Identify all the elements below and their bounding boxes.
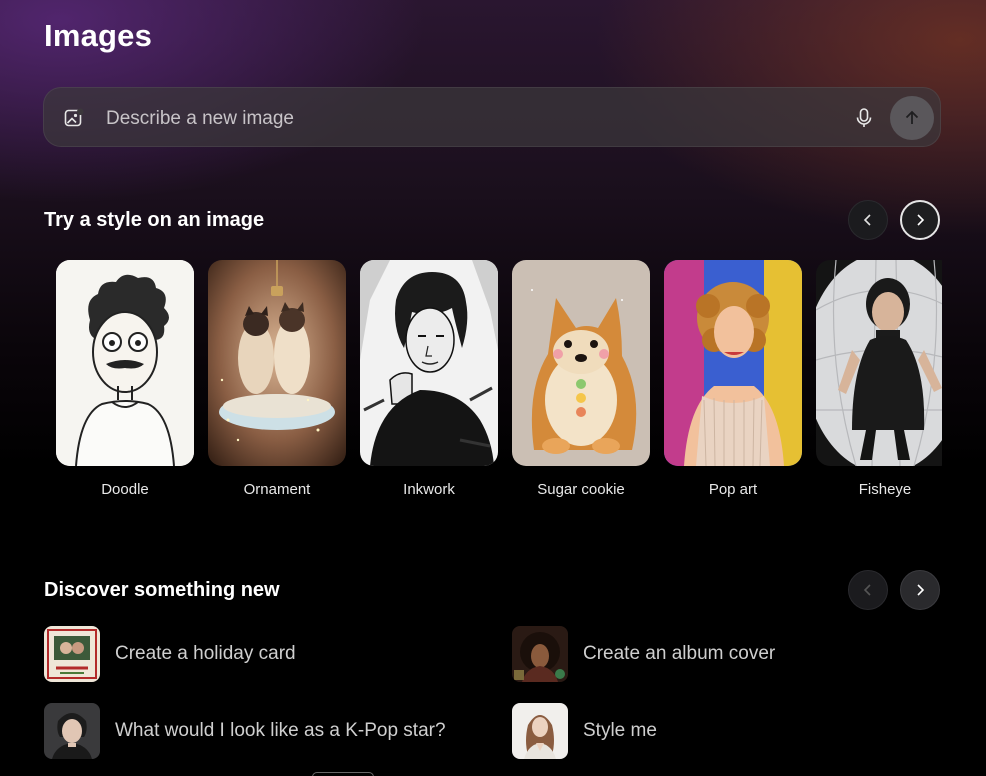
discover-item-album-cover[interactable]: Create an album cover (512, 625, 775, 683)
style-card-ornament[interactable]: Ornament (208, 260, 346, 498)
album-cover-thumbnail (512, 626, 568, 682)
chevron-right-icon (917, 584, 925, 596)
style-label: Sugar cookie (537, 481, 625, 498)
prompt-input[interactable] (104, 102, 828, 136)
kpop-star-thumbnail (44, 703, 100, 759)
chevron-left-icon (863, 584, 871, 596)
style-card-doodle[interactable]: Doodle (56, 260, 194, 498)
pop-art-thumbnail (664, 260, 802, 466)
image-add-icon[interactable] (64, 108, 84, 128)
discover-item-label: Style me (583, 720, 657, 741)
discover-item-label: Create a holiday card (115, 643, 296, 664)
styles-next-button[interactable] (900, 200, 940, 240)
styles-prev-button[interactable] (848, 200, 888, 240)
prompt-bar (43, 87, 941, 147)
fisheye-thumbnail (816, 260, 942, 466)
style-card-inkwork[interactable]: Inkwork (360, 260, 498, 498)
ornament-thumbnail (208, 260, 346, 466)
style-label: Fisheye (858, 481, 912, 498)
chevron-left-icon (863, 214, 871, 226)
style-label: Ornament (243, 481, 311, 498)
discover-prev-button[interactable] (848, 570, 888, 610)
style-card-sugar-cookie[interactable]: Sugar cookie (512, 260, 650, 498)
discover-item-style-me[interactable]: Style me (512, 702, 657, 760)
style-card-pop-art[interactable]: Pop art (664, 260, 802, 498)
style-label: Inkwork (403, 481, 455, 498)
style-label: Pop art (708, 481, 758, 498)
page-title: Images (44, 18, 153, 53)
inkwork-thumbnail (360, 260, 498, 466)
styles-section-title: Try a style on an image (44, 209, 265, 231)
doodle-thumbnail (56, 260, 194, 466)
discover-item-kpop-star[interactable]: What would I look like as a K-Pop star? (44, 702, 446, 760)
discover-item-label: Create an album cover (583, 643, 776, 664)
images-page: Images Try a style on an i (0, 0, 986, 776)
scroll-peek-element (312, 772, 374, 776)
discover-next-button[interactable] (900, 570, 940, 610)
style-me-thumbnail (512, 703, 568, 759)
microphone-icon[interactable] (852, 106, 876, 130)
sugar-cookie-thumbnail (512, 260, 650, 466)
send-button[interactable] (890, 96, 934, 140)
holiday-card-thumbnail (44, 626, 100, 682)
discover-section-title: Discover something new (44, 579, 280, 601)
chevron-right-icon (917, 214, 925, 226)
style-card-fisheye[interactable]: Fisheye (816, 260, 942, 498)
styles-carousel: Doodle Ornament Inkwork Sugar cookie Pop… (56, 260, 942, 510)
style-label: Doodle (101, 481, 149, 498)
discover-item-holiday-card[interactable]: Create a holiday card (44, 625, 296, 683)
arrow-up-icon (905, 110, 919, 124)
discover-item-label: What would I look like as a K-Pop star? (115, 720, 446, 741)
